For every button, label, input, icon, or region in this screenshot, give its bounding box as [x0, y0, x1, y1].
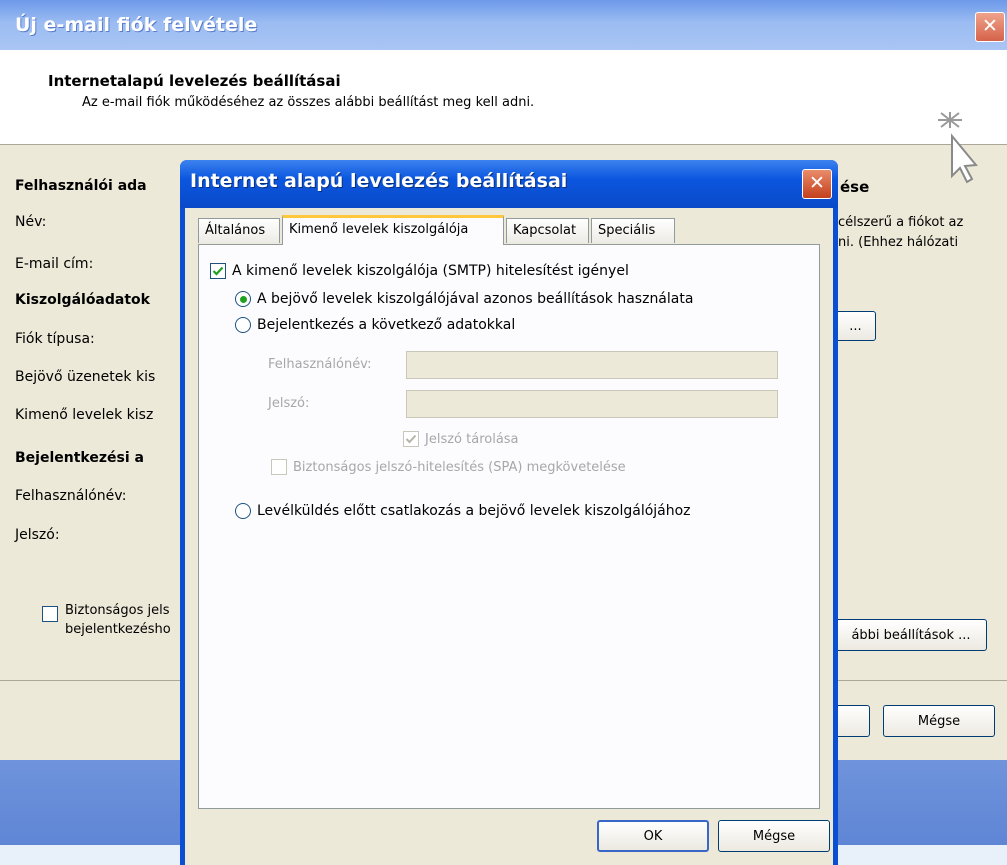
right-text-line1: célszerű a fiókot az: [838, 215, 964, 230]
radio-login-label: Bejelentkezés a következő adatokkal: [257, 317, 516, 333]
wizard-header: Internetalapú levelezés beállításai Az e…: [0, 50, 1007, 184]
dialog-username-field[interactable]: [406, 351, 778, 379]
close-icon: ✕: [809, 172, 825, 194]
checkmark-icon: [405, 434, 417, 444]
dialog-body: Általános Kimenő levelek kiszolgálója Ka…: [185, 208, 833, 865]
outgoing-server-label: Kimenő levelek kisz: [15, 407, 154, 423]
test-account-button[interactable]: ...: [835, 311, 876, 341]
section-login-info: Bejelentkezési a: [15, 450, 144, 466]
ok-button[interactable]: OK: [597, 820, 709, 852]
radio-login-with[interactable]: [235, 317, 251, 333]
header-title: Internetalapú levelezés beállításai: [48, 72, 341, 90]
close-icon: ✕: [982, 15, 998, 37]
name-label: Név:: [15, 214, 47, 230]
remember-password-checkbox[interactable]: [403, 431, 419, 447]
incoming-server-label: Bejövő üzenetek kis: [15, 369, 156, 385]
dialog-cancel-button[interactable]: Mégse: [718, 820, 830, 852]
smtp-auth-checkbox[interactable]: [210, 263, 226, 279]
radio-selected-dot: [239, 295, 247, 303]
radio-pop-before-smtp-label: Levélküldés előtt csatlakozás a bejövő l…: [257, 503, 691, 519]
window-close-button[interactable]: ✕: [975, 12, 1005, 42]
window-titlebar: Új e-mail fiók felvétele ✕: [0, 0, 1007, 50]
right-section-text: célszerű a fiókot az ni. (Ehhez hálózati: [838, 213, 963, 253]
account-type-label: Fiók típusa:: [15, 331, 95, 347]
radio-pop-before-smtp[interactable]: [235, 503, 251, 519]
password-label: Jelszó:: [15, 527, 60, 543]
remember-password-label: Jelszó tárolása: [425, 431, 519, 447]
more-settings-button[interactable]: ábbi beállítások ...: [835, 619, 987, 651]
smtp-auth-label: A kimenő levelek kiszolgálója (SMTP) hit…: [232, 263, 629, 279]
spa-checkbox[interactable]: [42, 606, 58, 622]
dialog-close-button[interactable]: ✕: [802, 169, 832, 199]
radio-pop-before-smtp-row[interactable]: Levélküldés előtt csatlakozás a bejövő l…: [235, 503, 691, 519]
dialog-titlebar: Internet alapú levelezés beállításai ✕: [180, 160, 838, 208]
email-label: E-mail cím:: [15, 256, 94, 272]
internet-mail-settings-dialog: Internet alapú levelezés beállításai ✕ Á…: [180, 160, 838, 865]
back-cancel-button[interactable]: Mégse: [883, 705, 995, 737]
tab-advanced[interactable]: Speciális: [591, 218, 675, 243]
tab-outgoing-server[interactable]: Kimenő levelek kiszolgálója: [282, 215, 504, 245]
dialog-password-label: Jelszó:: [268, 396, 310, 411]
dialog-password-field[interactable]: [406, 390, 778, 418]
header-subtitle: Az e-mail fiók működéséhez az összes alá…: [82, 95, 535, 110]
cursor-sparkle-icon: [938, 112, 978, 184]
section-user-info: Felhasználói ada: [15, 178, 147, 194]
window-title: Új e-mail fiók felvétele: [15, 14, 258, 36]
dialog-spa-checkbox[interactable]: [271, 459, 287, 475]
smtp-auth-row[interactable]: A kimenő levelek kiszolgálója (SMTP) hit…: [210, 263, 629, 279]
remember-password-row[interactable]: Jelszó tárolása: [403, 431, 519, 447]
dialog-spa-label: Biztonságos jelszó-hitelesítés (SPA) meg…: [293, 459, 626, 475]
outgoing-server-panel: A kimenő levelek kiszolgálója (SMTP) hit…: [198, 244, 820, 809]
spa-label-line1: Biztonságos jels: [65, 603, 170, 618]
checkmark-icon: [212, 266, 224, 276]
tab-general[interactable]: Általános: [198, 218, 280, 243]
right-section-heading: ése: [840, 178, 870, 196]
spa-row[interactable]: Biztonságos jelszó-hitelesítés (SPA) meg…: [271, 459, 626, 475]
tab-connection[interactable]: Kapcsolat: [506, 218, 589, 243]
dialog-username-label: Felhasználónév:: [268, 357, 372, 372]
spa-label-line2: bejelentkezésho: [65, 622, 171, 637]
radio-same-settings-row[interactable]: A bejövő levelek kiszolgálójával azonos …: [235, 291, 693, 307]
radio-same-settings-label: A bejövő levelek kiszolgálójával azonos …: [257, 291, 694, 307]
dialog-title: Internet alapú levelezés beállításai: [190, 170, 568, 192]
radio-login-row[interactable]: Bejelentkezés a következő adatokkal: [235, 317, 515, 333]
section-server-info: Kiszolgálóadatok: [15, 292, 150, 308]
radio-same-settings[interactable]: [235, 291, 251, 307]
username-label: Felhasználónév:: [15, 488, 127, 504]
right-text-line2: ni. (Ehhez hálózati: [838, 235, 959, 250]
